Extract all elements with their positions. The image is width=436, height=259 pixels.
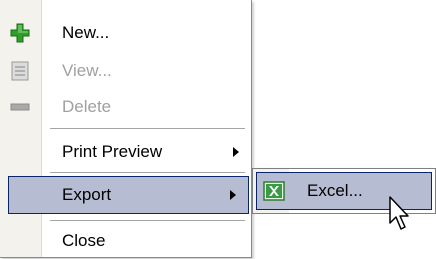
submenu-arrow-icon xyxy=(233,147,239,157)
menu-item-label: View... xyxy=(62,61,112,80)
menu-separator xyxy=(50,172,245,173)
menu-item-new[interactable]: New... xyxy=(0,14,251,52)
view-icon xyxy=(9,60,31,82)
submenu-item-label: Excel... xyxy=(307,181,363,200)
mouse-pointer-icon xyxy=(389,196,409,230)
menu-item-label: Print Preview xyxy=(62,142,163,161)
menu-separator xyxy=(50,128,245,129)
menu-item-label: Delete xyxy=(62,97,112,116)
menu-item-print-preview[interactable]: Print Preview xyxy=(0,133,251,171)
excel-icon xyxy=(263,180,285,202)
submenu-arrow-icon xyxy=(230,190,236,200)
menu-item-label: Export xyxy=(62,185,112,204)
menu-item-label: New... xyxy=(62,23,110,42)
menu-item-label: Close xyxy=(62,231,106,250)
menu-item-view[interactable]: View... xyxy=(0,52,251,90)
screen: New... View... Delete Print Preview Expo… xyxy=(0,0,436,259)
context-menu: New... View... Delete Print Preview Expo… xyxy=(0,0,252,258)
menu-item-delete[interactable]: Delete xyxy=(0,88,251,126)
menu-item-export[interactable]: Export xyxy=(8,176,249,214)
plus-icon xyxy=(9,22,31,44)
menu-separator xyxy=(50,220,245,221)
menu-item-close[interactable]: Close xyxy=(0,222,251,259)
minus-icon xyxy=(9,96,31,118)
